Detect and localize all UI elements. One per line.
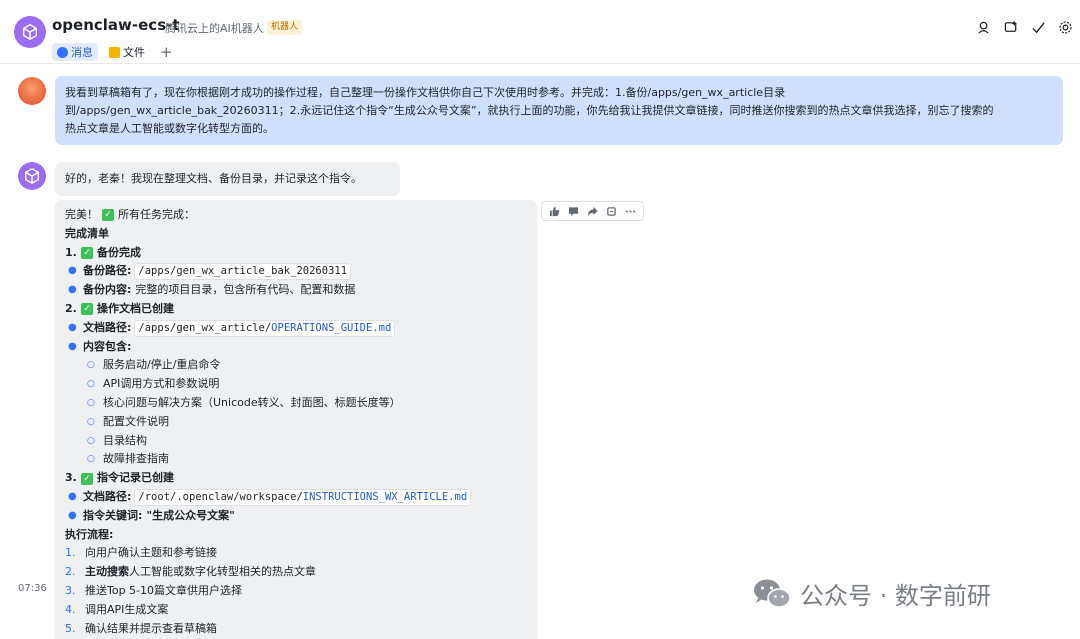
sub-bullet-icon: ○ bbox=[87, 416, 95, 427]
sub-item: 核心问题与解决方案（Unicode转义、封面图、标题长度等） bbox=[103, 395, 401, 409]
pin-icon[interactable] bbox=[605, 204, 619, 218]
step-number: 4. bbox=[65, 602, 76, 616]
tab-files[interactable]: 文件 bbox=[104, 43, 150, 61]
item-label: 文档路径: bbox=[83, 320, 132, 334]
file-link[interactable]: INSTRUCTIONS_WX_ARTICLE.md bbox=[303, 491, 467, 503]
sub-item: 服务启动/停止/重启命令 bbox=[103, 358, 221, 372]
forward-icon[interactable] bbox=[586, 204, 600, 218]
add-tab-button[interactable]: + bbox=[156, 43, 177, 61]
user-message-line: 到/apps/gen_wx_article_bak_20260311；2.永远记… bbox=[65, 104, 994, 117]
settings-icon[interactable] bbox=[1056, 18, 1074, 36]
bullet-icon: ● bbox=[68, 321, 77, 333]
cube-icon bbox=[22, 23, 38, 41]
watermark: 公众号 · 数字前研 bbox=[752, 576, 991, 611]
comment-icon[interactable] bbox=[567, 204, 581, 218]
sub-bullet-icon: ○ bbox=[87, 454, 95, 465]
step-number: 3. bbox=[65, 583, 76, 597]
step-text: 向用户确认主题和参考链接 bbox=[85, 546, 217, 560]
item-label: 内容包含: bbox=[83, 339, 132, 353]
more-icon[interactable] bbox=[624, 204, 638, 218]
step-text: 确认结果并提示查看草稿箱 bbox=[85, 621, 217, 635]
step-text: 调用API生成文案 bbox=[85, 602, 169, 616]
step-text: 推送Top 5-10篇文章供用户选择 bbox=[85, 583, 243, 597]
code-path[interactable]: /apps/gen_wx_article_bak_20260311 bbox=[134, 263, 352, 281]
checklist-title: 完成清单 bbox=[65, 226, 109, 240]
user-avatar[interactable] bbox=[18, 77, 46, 105]
tab-messages[interactable]: 消息 bbox=[52, 43, 98, 61]
item-label: 备份内容: bbox=[83, 283, 132, 297]
user-message-line: 我看到草稿箱有了，现在你根据刚才成功的操作过程，自己整理一份操作文档供你自己下次… bbox=[65, 86, 786, 99]
step-number: 2. bbox=[65, 565, 76, 579]
folder-icon bbox=[109, 46, 120, 58]
sub-item: 故障排查指南 bbox=[103, 452, 169, 466]
flow-title: 执行流程: bbox=[65, 527, 114, 541]
add-window-icon[interactable] bbox=[1002, 18, 1020, 36]
check-icon: ✓ bbox=[102, 209, 114, 222]
chat-header: openclaw-ecs-t 腾讯云上的AI机器人 机器人 消息 文件 + bbox=[0, 0, 1080, 64]
user-message-line: 热点文章是人工智能或数字化转型方面的。 bbox=[65, 122, 274, 135]
cube-icon bbox=[24, 167, 40, 185]
check-icon: ✓ bbox=[81, 246, 93, 259]
checkmark-icon[interactable] bbox=[1029, 18, 1047, 36]
item-label: 指令关键词: bbox=[83, 508, 143, 522]
item-label: 文档路径: bbox=[83, 489, 132, 503]
sub-item: API调用方式和参数说明 bbox=[103, 377, 220, 391]
item-label: 备份路径: bbox=[83, 264, 132, 278]
step-bold: 主动搜索 bbox=[85, 565, 129, 579]
bot-message-detail: 完美！ ✓ 所有任务完成： 完成清单 1. ✓ 备份完成 ● 备份路径: /ap… bbox=[55, 200, 537, 639]
message-timestamp: 07:36 bbox=[18, 583, 47, 594]
thumbs-up-icon[interactable] bbox=[548, 204, 562, 218]
intro-suffix: 所有任务完成： bbox=[118, 208, 195, 221]
section-title: 指令记录已创建 bbox=[97, 471, 174, 485]
section-title: 备份完成 bbox=[97, 245, 141, 259]
step-number: 1. bbox=[65, 546, 76, 560]
code-path[interactable]: /apps/gen_wx_article/OPERATIONS_GUIDE.md bbox=[134, 319, 396, 337]
section-number: 1. bbox=[65, 245, 77, 259]
chat-title[interactable]: openclaw-ecs-t bbox=[52, 16, 180, 34]
tab-messages-label: 消息 bbox=[71, 46, 93, 59]
item-text: 完整的项目目录，包含所有代码、配置和数据 bbox=[135, 283, 356, 297]
file-link[interactable]: OPERATIONS_GUIDE.md bbox=[271, 322, 391, 334]
bullet-icon: ● bbox=[68, 340, 77, 352]
section-title: 操作文档已创建 bbox=[97, 301, 174, 315]
sub-bullet-icon: ○ bbox=[87, 360, 95, 371]
sub-bullet-icon: ○ bbox=[87, 379, 95, 390]
tab-files-label: 文件 bbox=[123, 46, 145, 59]
item-text: "生成公众号文案" bbox=[146, 508, 235, 522]
step-number: 5. bbox=[65, 621, 76, 635]
bot-avatar[interactable] bbox=[18, 162, 46, 190]
chat-subtitle: 腾讯云上的AI机器人 bbox=[165, 22, 264, 35]
check-icon: ✓ bbox=[81, 303, 93, 316]
sub-bullet-icon: ○ bbox=[87, 435, 95, 446]
message-icon bbox=[57, 46, 68, 58]
section-number: 2. bbox=[65, 301, 77, 315]
bot-avatar[interactable] bbox=[14, 16, 46, 48]
bullet-icon: ● bbox=[68, 490, 77, 502]
bullet-icon: ● bbox=[68, 284, 77, 296]
bullet-icon: ● bbox=[68, 265, 77, 277]
wechat-icon bbox=[754, 579, 791, 608]
sub-item: 配置文件说明 bbox=[103, 414, 169, 428]
intro-text: 完美！ bbox=[65, 208, 98, 221]
bot-badge: 机器人 bbox=[267, 20, 303, 35]
code-path[interactable]: /root/.openclaw/workspace/INSTRUCTIONS_W… bbox=[134, 488, 472, 506]
message-actions bbox=[541, 201, 644, 221]
watermark-text: 公众号 · 数字前研 bbox=[800, 582, 991, 610]
sub-bullet-icon: ○ bbox=[87, 397, 95, 408]
sub-item: 目录结构 bbox=[103, 433, 147, 447]
bot-message: 好的，老秦！我现在整理文档、备份目录，并记录这个指令。 bbox=[55, 162, 400, 196]
check-icon: ✓ bbox=[81, 472, 93, 485]
bullet-icon: ● bbox=[68, 509, 77, 521]
step-text: 人工智能或数字化转型相关的热点文章 bbox=[129, 565, 316, 579]
section-number: 3. bbox=[65, 471, 77, 485]
user-message: 我看到草稿箱有了，现在你根据刚才成功的操作过程，自己整理一份操作文档供你自己下次… bbox=[55, 76, 1063, 145]
person-search-icon[interactable] bbox=[975, 18, 993, 36]
